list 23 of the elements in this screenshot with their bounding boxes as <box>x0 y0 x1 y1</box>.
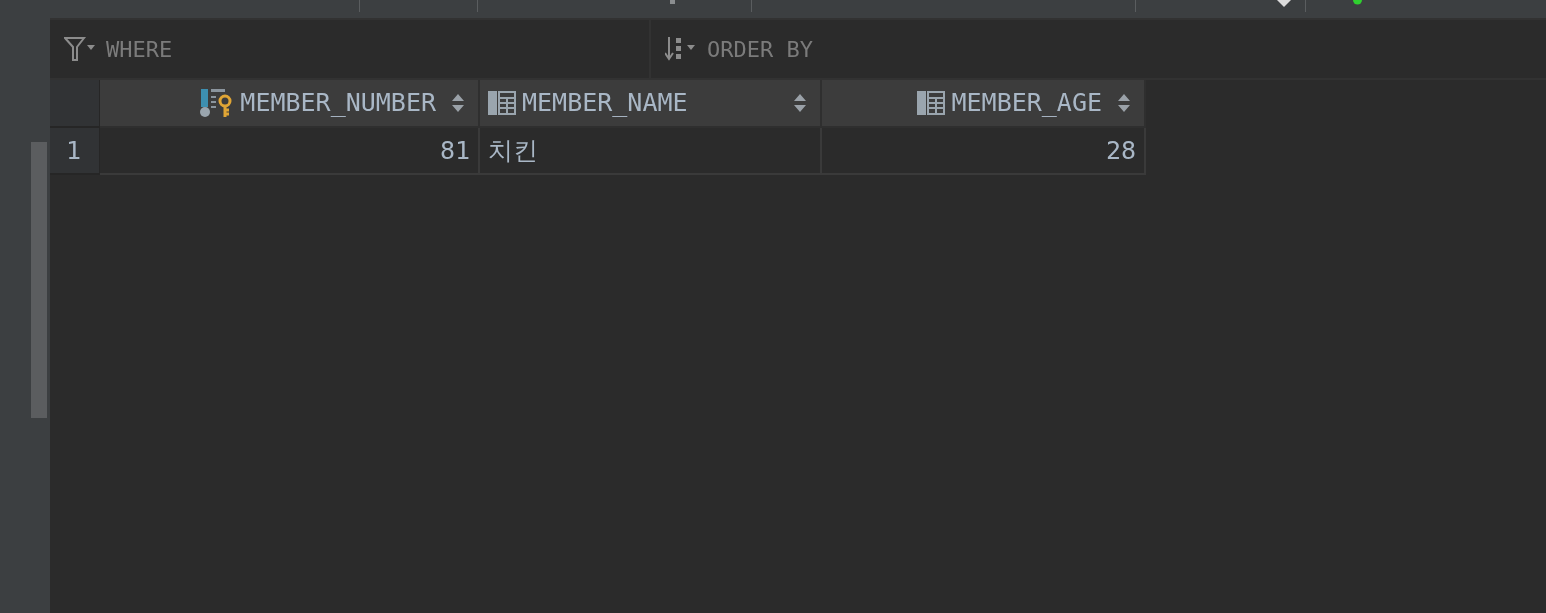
dropdown-caret-icon[interactable] <box>1277 0 1291 7</box>
column-icon <box>917 91 946 115</box>
column-header[interactable]: MEMBER_AGE <box>822 80 1146 128</box>
column-header[interactable]: MEMBER_NUMBER <box>100 80 480 128</box>
table-cell: 81 <box>100 128 480 175</box>
scrollbar-thumb[interactable] <box>31 142 47 418</box>
sort-icon[interactable] <box>794 94 806 112</box>
column-icon <box>488 91 516 115</box>
sort-icon[interactable] <box>1118 94 1130 112</box>
column-label: MEMBER_AGE <box>951 87 1102 120</box>
where-placeholder: WHERE <box>106 35 173 64</box>
order-by-placeholder: ORDER BY <box>707 35 813 64</box>
where-filter-field[interactable]: WHERE <box>50 20 651 78</box>
filter-icon <box>64 36 96 62</box>
sort-icon <box>665 36 697 62</box>
column-label: MEMBER_NUMBER <box>240 87 436 120</box>
sort-icon[interactable] <box>452 94 464 112</box>
column-label: MEMBER_NAME <box>522 87 688 120</box>
table-cell: 28 <box>822 128 1146 175</box>
row-number[interactable]: 1 <box>50 128 100 175</box>
column-header[interactable]: MEMBER_NAME <box>480 80 822 128</box>
order-by-field[interactable]: ORDER BY <box>651 20 1546 78</box>
table-cell: 치킨 <box>480 128 822 175</box>
